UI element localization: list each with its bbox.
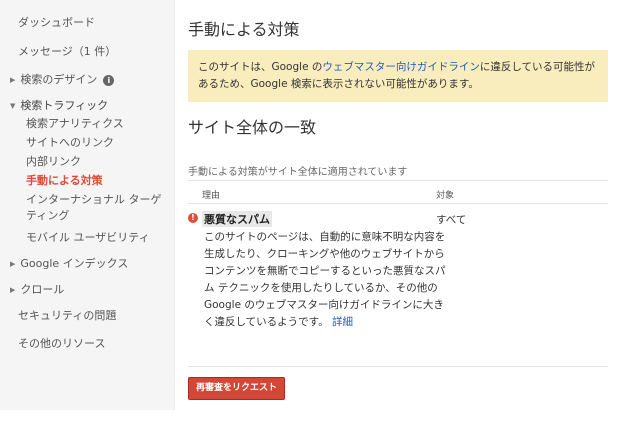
error-icon: ! bbox=[188, 213, 198, 223]
sidebar-item-label: Google インデックス bbox=[20, 257, 129, 270]
guidelines-link[interactable]: ウェブマスター向けガイドライン bbox=[322, 61, 480, 73]
divider bbox=[188, 366, 608, 367]
sidebar-item-search-analytics[interactable]: 検索アナリティクス bbox=[26, 116, 124, 132]
column-header-reason: 理由 bbox=[202, 191, 221, 201]
target-value: すべて bbox=[436, 214, 467, 226]
expand-right-icon: ▶ bbox=[10, 76, 16, 84]
request-review-button[interactable]: 再審査をリクエスト bbox=[188, 377, 285, 400]
applied-note: 手動による対策がサイト全体に適用されています bbox=[188, 167, 408, 178]
sidebar-item-label: 検索のデザイン bbox=[20, 73, 98, 86]
warning-text-prefix: このサイトは、Google の bbox=[198, 61, 323, 73]
sidebar-item-other-resources[interactable]: その他のリソース bbox=[18, 335, 105, 351]
sidebar-item-search-traffic[interactable]: ▼ 検索トラフィック bbox=[10, 97, 108, 113]
sidebar-item-label: 検索トラフィック bbox=[20, 99, 109, 112]
sidebar-item-mobile-usability[interactable]: モバイル ユーザビリティ bbox=[26, 230, 150, 246]
page-title: 手動による対策 bbox=[188, 20, 300, 39]
reason-title: 悪質なスパム bbox=[202, 211, 272, 227]
sidebar-item-internal-links[interactable]: 内部リンク bbox=[26, 154, 81, 170]
sidebar-item-links-to-site[interactable]: サイトへのリンク bbox=[26, 135, 114, 151]
expand-down-icon: ▼ bbox=[10, 102, 16, 110]
sidebar-item-messages[interactable]: メッセージ（1 件） bbox=[18, 43, 116, 59]
sidebar-item-google-index[interactable]: ▶ Google インデックス bbox=[10, 255, 128, 271]
reason-description: このサイトのページは、自動的に意味不明な内容を生成したり、クローキングや他のウェ… bbox=[204, 229, 446, 331]
sidebar-item-crawl[interactable]: ▶ クロール bbox=[10, 281, 64, 297]
sidebar-item-manual-actions[interactable]: 手動による対策 bbox=[26, 173, 103, 189]
sidebar-item-search-appearance[interactable]: ▶ 検索のデザイン i bbox=[10, 71, 115, 87]
section-title: サイト全体の一致 bbox=[188, 118, 317, 137]
sidebar-item-international-targeting[interactable]: インターナショナル ターゲティング bbox=[26, 192, 168, 224]
info-icon[interactable]: i bbox=[103, 75, 115, 86]
column-header-target: 対象 bbox=[436, 191, 455, 201]
expand-right-icon: ▶ bbox=[10, 260, 16, 268]
sidebar-item-security[interactable]: セキュリティの問題 bbox=[18, 307, 116, 323]
sidebar-item-label: クロール bbox=[20, 283, 65, 296]
reason-body-text: このサイトのページは、自動的に意味不明な内容を生成したり、クローキングや他のウェ… bbox=[204, 231, 446, 328]
sidebar: ダッシュボード メッセージ（1 件） ▶ 検索のデザイン i ▼ 検索トラフィック 検… bbox=[0, 0, 175, 410]
warning-banner: このサイトは、Google のウェブマスター向けガイドラインに違反している可能性… bbox=[188, 50, 608, 102]
divider bbox=[188, 203, 608, 204]
sidebar-item-dashboard[interactable]: ダッシュボード bbox=[18, 14, 95, 30]
expand-right-icon: ▶ bbox=[10, 286, 16, 294]
details-link[interactable]: 詳細 bbox=[332, 316, 353, 328]
divider bbox=[188, 180, 608, 181]
